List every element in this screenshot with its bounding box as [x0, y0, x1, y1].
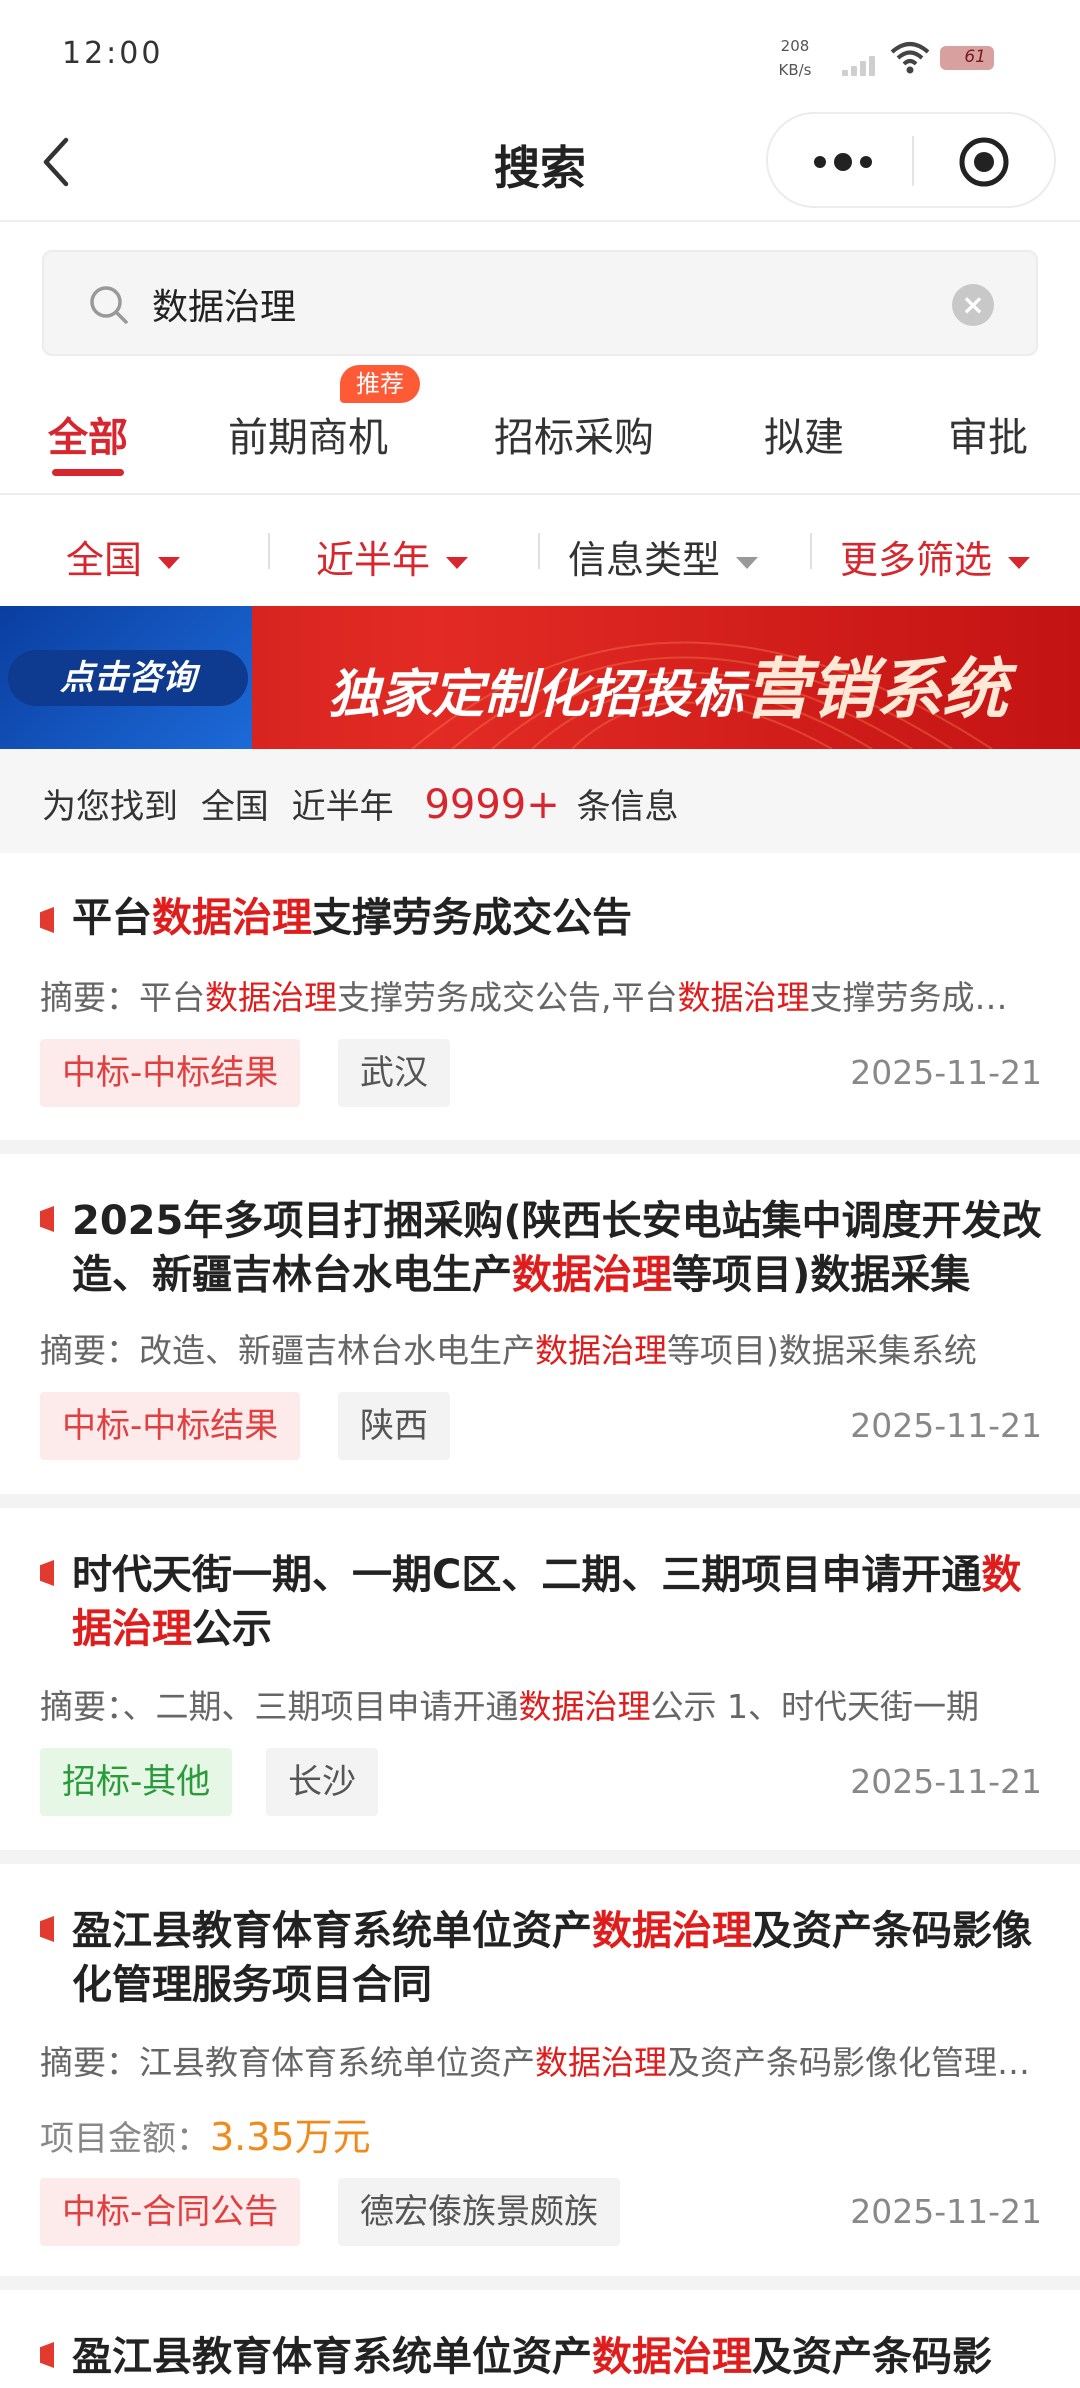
filter-info-type[interactable]: 信息类型 [568, 529, 759, 584]
banner-left-panel: 点击咨询 [0, 606, 252, 749]
status-bar: 12:00 208 KB/s 61 [0, 0, 1080, 110]
summary-prefix: 为您找到 [42, 787, 178, 827]
project-amount: 项目金额：3.35万元 [40, 2106, 371, 2161]
result-type-tag: 中标-中标结果 [40, 1039, 301, 1107]
search-icon [90, 286, 128, 324]
summary-region: 全国 [200, 787, 269, 827]
more-icon[interactable] [808, 114, 878, 210]
flag-icon [40, 1916, 54, 1942]
result-region-tag: 德宏傣族景颇族 [338, 2178, 620, 2246]
result-card[interactable]: 盈江县教育体育系统单位资产数据治理及资产条码影像化管理服务项目合同 摘要：江县教… [0, 1864, 1080, 2276]
result-type-tag: 中标-合同公告 [40, 2178, 301, 2246]
status-time: 12:00 [62, 36, 164, 71]
banner-headline: 独家定制化招投标营销系统 [328, 636, 1008, 732]
result-title: 盈江县教育体育系统单位资产数据治理及资产条码影 [72, 2334, 992, 2380]
filter-label: 信息类型 [568, 538, 721, 582]
miniprogram-capsule [766, 112, 1056, 208]
card-divider [0, 2276, 1080, 2290]
result-abstract: 摘要：江县教育体育系统单位资产数据治理及资产条码影像化管理服务项目 [40, 2043, 1040, 2082]
tab-label: 前期商机 [228, 415, 388, 461]
result-abstract: 摘要：平台数据治理支撑劳务成交公告,平台数据治理支撑劳务成交公告 [40, 978, 1040, 1017]
filter-region[interactable]: 全国 [66, 529, 181, 584]
amount-label: 项目金额： [40, 2119, 210, 2159]
close-miniprogram-icon[interactable] [958, 136, 1010, 188]
result-type-tag: 中标-中标结果 [40, 1392, 301, 1460]
battery-icon: 61 [940, 46, 994, 70]
recommend-badge: 推荐 [340, 365, 420, 403]
net-speed-value: 208 [780, 37, 810, 55]
wifi-icon [890, 42, 930, 74]
filter-bar: 全国 近半年 信息类型 更多筛选 [0, 497, 1080, 607]
signal-icon [842, 54, 878, 76]
promo-banner[interactable]: 点击咨询 独家定制化招投标营销系统 [0, 606, 1080, 749]
dropdown-arrow-icon [446, 556, 469, 569]
filter-divider [268, 533, 270, 569]
nav-bar: 搜索 [0, 110, 1080, 222]
search-input[interactable] [152, 274, 932, 334]
filter-label: 更多筛选 [840, 538, 993, 582]
result-card[interactable]: 时代天街一期、一期C区、二期、三期项目申请开通数据治理公示 摘要：、二期、三期项… [0, 1508, 1080, 1850]
tab-proposed[interactable]: 拟建 [764, 405, 844, 463]
dropdown-arrow-icon [158, 556, 181, 569]
tab-label: 拟建 [764, 415, 844, 461]
dropdown-arrow-icon [736, 556, 759, 569]
tab-early-opportunity[interactable]: 前期商机 [228, 405, 388, 463]
consult-button[interactable]: 点击咨询 [8, 650, 248, 706]
flag-icon [40, 2342, 54, 2368]
card-divider [0, 1140, 1080, 1154]
result-region-tag: 陕西 [338, 1392, 450, 1460]
result-abstract: 摘要：、二期、三期项目申请开通数据治理公示 1、时代天街一期 [40, 1687, 979, 1726]
result-summary: 为您找到 全国 近半年 9999+ 条信息 [0, 749, 1080, 853]
result-count: 9999+ [424, 782, 560, 828]
tab-label: 审批 [948, 415, 1028, 461]
result-card[interactable]: 盈江县教育体育系统单位资产数据治理及资产条码影 [0, 2290, 1080, 2388]
filter-label: 全国 [66, 538, 143, 582]
tab-label: 全部 [48, 415, 128, 461]
active-tab-indicator [52, 469, 124, 476]
tab-tender-procurement[interactable]: 招标采购 [494, 405, 654, 463]
tab-label: 招标采购 [494, 415, 654, 461]
battery-level: 61 [964, 47, 986, 67]
flag-icon [40, 1560, 54, 1586]
flag-icon [40, 1206, 54, 1232]
category-tabs: 全部 前期商机 推荐 招标采购 拟建 审批 [0, 365, 1080, 495]
result-date: 2025-11-21 [850, 1406, 1042, 1445]
result-date: 2025-11-21 [850, 2192, 1042, 2231]
search-bar: × [42, 250, 1038, 356]
banner-text-small: 独家定制化招投标 [328, 665, 745, 725]
dropdown-arrow-icon [1008, 556, 1031, 569]
result-title: 2025年多项目打捆采购(陕西长安电站集中调度开发改造、新疆吉林台水电生产数据治… [72, 1198, 1042, 1298]
result-title: 时代天街一期、一期C区、二期、三期项目申请开通数据治理公示 [72, 1552, 1022, 1652]
filter-divider [810, 533, 812, 569]
result-date: 2025-11-21 [850, 1053, 1042, 1092]
flag-icon [40, 907, 54, 933]
filter-period[interactable]: 近半年 [316, 529, 469, 584]
filter-divider [538, 533, 540, 569]
clear-search-icon[interactable]: × [952, 284, 994, 326]
net-speed-unit: KB/s [778, 61, 812, 79]
result-date: 2025-11-21 [850, 1762, 1042, 1801]
filter-label: 近半年 [316, 538, 431, 582]
summary-period: 近半年 [291, 787, 394, 827]
result-region-tag: 长沙 [266, 1748, 378, 1816]
result-title: 盈江县教育体育系统单位资产数据治理及资产条码影像化管理服务项目合同 [72, 1908, 1032, 2008]
result-abstract: 摘要：改造、新疆吉林台水电生产数据治理等项目)数据采集系统 [40, 1331, 977, 1370]
tab-approval[interactable]: 审批 [948, 405, 1028, 463]
result-card[interactable]: 2025年多项目打捆采购(陕西长安电站集中调度开发改造、新疆吉林台水电生产数据治… [0, 1154, 1080, 1494]
capsule-divider [912, 136, 914, 186]
card-divider [0, 1494, 1080, 1508]
net-speed: 208 KB/s [770, 34, 820, 82]
amount-value: 3.35万元 [210, 2115, 371, 2159]
banner-text-big: 营销系统 [744, 651, 1009, 728]
result-title: 平台数据治理支撑劳务成交公告 [72, 895, 632, 941]
result-region-tag: 武汉 [338, 1039, 450, 1107]
card-divider [0, 1850, 1080, 1864]
result-card[interactable]: 平台数据治理支撑劳务成交公告 摘要：平台数据治理支撑劳务成交公告,平台数据治理支… [0, 853, 1080, 1140]
filter-more[interactable]: 更多筛选 [840, 529, 1031, 584]
summary-suffix: 条信息 [576, 787, 679, 827]
result-type-tag: 招标-其他 [40, 1748, 233, 1816]
tab-all[interactable]: 全部 [48, 405, 128, 476]
